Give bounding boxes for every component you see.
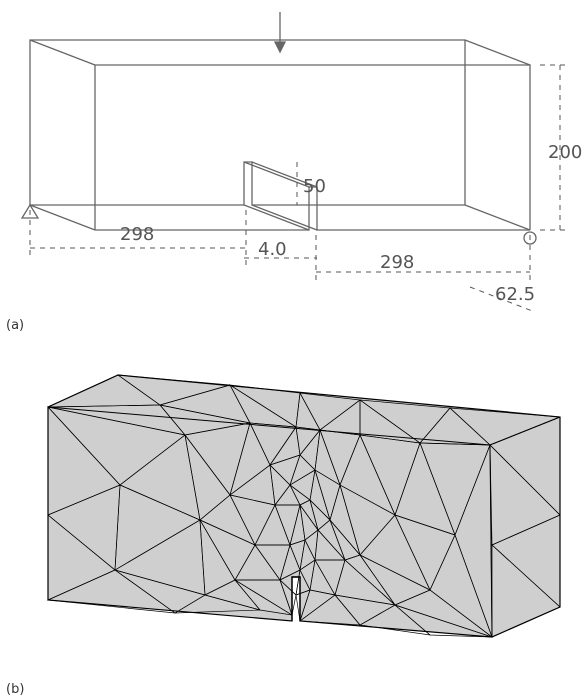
subfigure-b-mesh [0,345,587,699]
dim-notch-height: 50 [303,176,326,197]
dimension-guides [30,65,568,312]
load-arrow-icon [275,12,285,52]
subfig-a-label: (a) [6,318,24,333]
mesh-body [48,375,560,637]
dim-depth: 62.5 [495,284,535,305]
dim-height: 200 [548,142,582,163]
beam-depth-edges [30,40,530,230]
subfigure-a-wireframe: 298 298 200 62.5 50 4.0 [0,0,587,345]
dim-notch-width: 4.0 [258,239,287,260]
dim-span-left: 298 [120,224,154,245]
figure: 298 298 200 62.5 50 4.0 (a) [0,0,587,699]
subfig-b-label: (b) [6,682,24,697]
dim-span-right: 298 [380,252,414,273]
